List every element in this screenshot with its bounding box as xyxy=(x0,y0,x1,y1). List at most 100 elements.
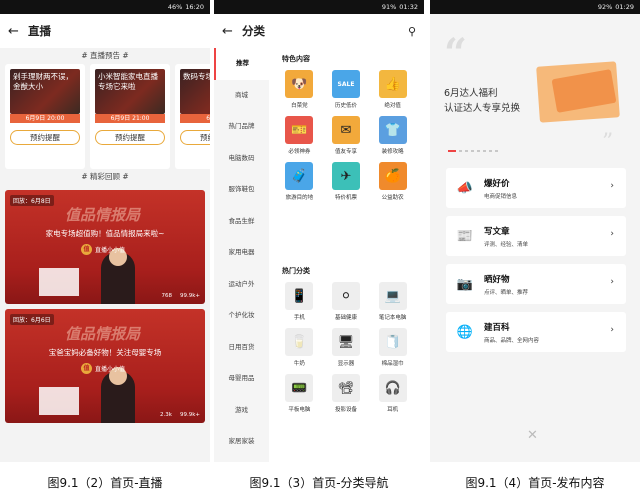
category-item[interactable]: 母婴用品 xyxy=(214,363,269,395)
chevron-right-icon: › xyxy=(610,325,614,335)
preview-card[interactable]: 数码专场 6月10 预约提醒 xyxy=(175,64,210,169)
reserve-button[interactable]: 预约提醒 xyxy=(180,130,210,145)
category-icon: SALE xyxy=(331,70,360,98)
hot-item[interactable]: 🧻 棉品湿巾 xyxy=(369,328,416,367)
featured-item[interactable]: 🍊 公益助农 xyxy=(369,162,416,201)
category-item[interactable]: 电脑数码 xyxy=(214,143,269,175)
product-image xyxy=(39,387,79,415)
category-icon: ⚪ xyxy=(331,282,360,310)
carousel-dot xyxy=(489,150,492,152)
category-label: 基础健康 xyxy=(334,315,357,321)
featured-item[interactable]: ✈ 特价机票 xyxy=(323,162,370,201)
preview-card[interactable]: 小米智能家电直播专场它来啦 6月9日 21:00 预约提醒 xyxy=(90,64,170,169)
category-item[interactable]: 日用百货 xyxy=(214,332,269,364)
hot-item[interactable]: 📽 投影设备 xyxy=(323,374,370,413)
category-label: 牛奶 xyxy=(293,361,305,367)
preview-title: 剁手理财两不误，金猷大小 xyxy=(13,72,73,91)
publish-title: 爆好价 xyxy=(484,178,510,189)
header: ← 直播 xyxy=(0,14,210,48)
featured-item[interactable]: ✉ 值友专享 xyxy=(323,116,370,155)
category-label: 棉品湿巾 xyxy=(381,361,404,367)
view-count: 768 xyxy=(161,293,172,299)
category-item[interactable]: 食品生鲜 xyxy=(214,206,269,238)
featured-item[interactable]: 🐶 白菜党 xyxy=(276,70,323,109)
preview-title: 数码专场 xyxy=(183,72,210,81)
publish-item[interactable]: 📷 晒好物 点评、晒单、推荐 › xyxy=(446,264,626,304)
chevron-right-icon: › xyxy=(610,229,614,239)
replay-card[interactable]: 回放：6月6日 值品情报局 宝爸宝妈必备好物！关注母婴专场 值 直播小小值 2.… xyxy=(5,309,205,423)
reserve-button[interactable]: 预约提醒 xyxy=(10,130,80,145)
page-title: 直播 xyxy=(28,24,51,38)
view-count: 2.3k xyxy=(160,412,172,418)
category-icon: 🥛 xyxy=(285,328,314,356)
category-item[interactable]: 热门品牌 xyxy=(214,111,269,143)
status-bar: 46% 16:20 xyxy=(0,0,210,14)
reserve-button[interactable]: 预约提醒 xyxy=(95,130,165,145)
publish-text: 晒好物 点评、晒单、推荐 xyxy=(484,273,528,296)
publish-item[interactable]: 📰 写文章 评测、经验、清单 › xyxy=(446,216,626,256)
category-icon: 👍 xyxy=(378,70,407,98)
hot-item[interactable]: 🥛 牛奶 xyxy=(276,328,323,367)
figure: 46% 16:20 ← 直播 # 直播预告 # 剁手理财两不误，金猷大小 6月9… xyxy=(0,0,640,498)
category-label: 旅游目的地 xyxy=(285,195,314,201)
category-label: 公益助农 xyxy=(381,195,404,201)
hot-item[interactable]: 🖥 显示器 xyxy=(323,328,370,367)
category-icon: 💻 xyxy=(378,282,407,310)
featured-item[interactable]: 🎫 必领神券 xyxy=(276,116,323,155)
category-icon: 🐶 xyxy=(285,70,314,98)
category-screen: 91% 01:32 ← 分类 ⚲ 推荐 商城 热门品牌 电脑数码 服饰鞋包 食品生鲜 家用电… xyxy=(214,0,424,462)
hot-grid: 📱 手机 ⚪ 基础健康 💻 笔记本电脑 🥛 牛奶 🖥 显示器 🧻 棉品湿巾 📟 平板电脑 📽 投影设备 🎧 耳机 xyxy=(276,282,416,413)
hot-item[interactable]: 📟 平板电脑 xyxy=(276,374,323,413)
category-item[interactable]: 个护化妆 xyxy=(214,300,269,332)
hot-block: 热门分类 📱 手机 ⚪ 基础健康 💻 笔记本电脑 🥛 牛奶 🖥 显示器 🧻 棉品湿巾 📟 平板电脑 📽 投影设… xyxy=(272,260,420,450)
featured-item[interactable]: 👍 绝对值 xyxy=(369,70,416,109)
category-item[interactable]: 商城 xyxy=(214,80,269,112)
preview-title: 小米智能家电直播专场它来啦 xyxy=(98,72,158,91)
publish-item[interactable]: 📣 爆好价 电商促销信息 › xyxy=(446,168,626,208)
category-icon: 📽 xyxy=(331,374,360,402)
category-item[interactable]: 游戏 xyxy=(214,395,269,427)
carousel-dot xyxy=(465,150,468,152)
featured-title: 特色内容 xyxy=(282,55,310,63)
hot-item[interactable]: 💻 笔记本电脑 xyxy=(369,282,416,321)
banner-line-2: 认证达人专享兑换 xyxy=(444,103,521,114)
category-item[interactable]: 运动户外 xyxy=(214,269,269,301)
search-icon[interactable]: ⚲ xyxy=(408,25,416,38)
hot-item[interactable]: ⚪ 基础健康 xyxy=(323,282,370,321)
publish-subtitle: 评测、经验、清单 xyxy=(484,241,529,248)
featured-item[interactable]: SALE 历史低价 xyxy=(323,70,370,109)
category-item[interactable]: 推荐 xyxy=(214,48,269,80)
carousel-dots xyxy=(448,150,498,152)
back-arrow-icon[interactable]: ← xyxy=(222,24,242,39)
category-label: 特价机票 xyxy=(334,195,357,201)
publish-subtitle: 点评、晒单、推荐 xyxy=(484,289,529,296)
hot-item[interactable]: 📱 手机 xyxy=(276,282,323,321)
anchor-name: 直播小小值 xyxy=(95,247,126,254)
category-icon: 🎫 xyxy=(285,116,314,144)
replay-title: 家电专场超值购！值品情报局来啦~ xyxy=(45,229,165,238)
clock-text: 16:20 xyxy=(185,3,204,11)
replay-card[interactable]: 回放：6月8日 值品情报局 家电专场超值购！值品情报局来啦~ 值 直播小小值 7… xyxy=(5,190,205,304)
carousel-dot xyxy=(459,150,462,152)
preview-card[interactable]: 剁手理财两不误，金猷大小 6月9日 20:00 预约提醒 xyxy=(5,64,85,169)
replay-stats: 768 99.9k+ xyxy=(161,293,200,299)
hot-item[interactable]: 🎧 耳机 xyxy=(369,374,416,413)
category-icon: ✈ xyxy=(331,162,360,190)
close-icon[interactable]: ✕ xyxy=(527,428,538,443)
publish-title: 建百科 xyxy=(484,322,510,333)
caption-2: 图9.1（3）首页-分类导航 xyxy=(249,476,389,490)
back-arrow-icon[interactable]: ← xyxy=(8,24,28,39)
publish-item[interactable]: 🌐 建百科 商品、品牌、全网内容 › xyxy=(446,312,626,352)
category-item[interactable]: 服饰鞋包 xyxy=(214,174,269,206)
featured-item[interactable]: 🧳 旅游目的地 xyxy=(276,162,323,201)
preview-date: 6月9日 21:00 xyxy=(95,114,165,123)
category-item[interactable]: 家居家装 xyxy=(214,426,269,458)
publish-type-icon: 📣 xyxy=(456,180,474,196)
publish-type-icon: 📰 xyxy=(456,228,474,244)
category-item[interactable]: 家用电器 xyxy=(214,237,269,269)
promo-banner[interactable]: “ ” 6月达人福利 认证达人专享兑换 xyxy=(430,14,640,155)
replay-title: 宝爸宝妈必备好物！关注母婴专场 xyxy=(48,348,162,357)
battery-text: 92% xyxy=(597,3,613,11)
category-label: 必领神券 xyxy=(288,149,311,155)
featured-item[interactable]: 👕 装修攻略 xyxy=(369,116,416,155)
